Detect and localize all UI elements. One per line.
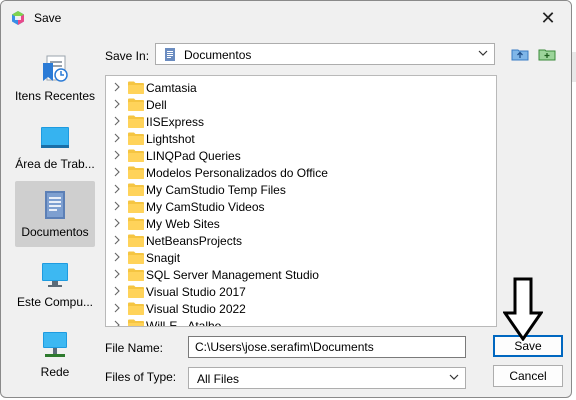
place-desktop[interactable]: Área de Trab...	[15, 113, 95, 179]
place-this-computer[interactable]: Este Compu...	[15, 251, 95, 317]
documents-small-icon	[165, 48, 175, 61]
folder-name: My CamStudio Videos	[146, 200, 265, 214]
chevron-right-icon[interactable]	[112, 82, 122, 92]
documents-icon	[45, 191, 65, 219]
chevron-right-icon[interactable]	[112, 99, 122, 109]
folder-name: SQL Server Management Studio	[146, 268, 319, 282]
folder-icon	[128, 302, 144, 315]
list-item[interactable]: NetBeansProjects	[106, 232, 496, 249]
chevron-right-icon[interactable]	[112, 286, 122, 296]
chevron-right-icon[interactable]	[112, 252, 122, 262]
up-folder-icon[interactable]	[510, 44, 530, 64]
chevron-down-icon	[449, 374, 459, 380]
list-item[interactable]: Visual Studio 2022	[106, 300, 496, 317]
down-arrow-annotation-icon	[503, 277, 543, 341]
folder-name: NetBeansProjects	[146, 234, 243, 248]
list-item[interactable]: Modelos Personalizados do Office	[106, 164, 496, 181]
file-type-dropdown[interactable]: All Files	[188, 367, 466, 389]
folder-icon	[128, 217, 144, 230]
folder-icon	[128, 98, 144, 111]
chevron-right-icon[interactable]	[112, 133, 122, 143]
save-in-dropdown[interactable]: Documentos	[155, 43, 495, 65]
list-item[interactable]: Dell	[106, 96, 496, 113]
place-label: Área de Trab...	[15, 157, 95, 171]
recent-items-icon	[43, 55, 68, 82]
list-item[interactable]: LINQPad Queries	[106, 147, 496, 164]
folder-icon	[128, 166, 144, 179]
folder-icon	[128, 132, 144, 145]
folder-name: IISExpress	[146, 115, 205, 129]
chevron-right-icon[interactable]	[112, 303, 122, 313]
title-bar: Save ✕	[1, 1, 571, 35]
list-item[interactable]: Will-E - Atalho	[106, 317, 496, 327]
chevron-right-icon[interactable]	[112, 184, 122, 194]
folder-icon	[128, 81, 144, 94]
place-label: Documentos	[21, 225, 89, 239]
list-item[interactable]: Lightshot	[106, 130, 496, 147]
save-in-value: Documentos	[184, 48, 252, 62]
folder-icon	[128, 268, 144, 281]
save-dialog: Save ✕ Itens Recentes Área de Trab... Do…	[0, 0, 572, 398]
chevron-right-icon[interactable]	[112, 116, 122, 126]
chevron-right-icon[interactable]	[112, 201, 122, 211]
file-name-label: File Name:	[105, 341, 164, 355]
list-item[interactable]: IISExpress	[106, 113, 496, 130]
folder-name: Modelos Personalizados do Office	[146, 166, 328, 180]
list-item[interactable]: SQL Server Management Studio	[106, 266, 496, 283]
list-item[interactable]: My Web Sites	[106, 215, 496, 232]
chevron-right-icon[interactable]	[112, 150, 122, 160]
place-recent-items[interactable]: Itens Recentes	[15, 45, 95, 111]
list-item[interactable]: My CamStudio Temp Files	[106, 181, 496, 198]
place-label: Rede	[40, 365, 70, 379]
place-documents[interactable]: Documentos	[15, 181, 95, 247]
chevron-right-icon[interactable]	[112, 218, 122, 228]
file-type-label: Files of Type:	[105, 370, 177, 384]
folder-icon	[128, 319, 144, 326]
folder-icon	[128, 251, 144, 264]
file-name-input[interactable]	[188, 336, 466, 358]
folder-icon	[128, 234, 144, 247]
folder-name: My Web Sites	[146, 217, 220, 231]
folder-icon	[128, 183, 144, 196]
folder-name: Dell	[146, 98, 167, 112]
list-item[interactable]: Snagit	[106, 249, 496, 266]
place-network[interactable]: Rede	[15, 321, 95, 387]
chevron-right-icon[interactable]	[112, 320, 122, 327]
window-title: Save	[34, 11, 62, 25]
close-icon: ✕	[540, 8, 556, 28]
folder-name: My CamStudio Temp Files	[146, 183, 286, 197]
places-sidebar: Itens Recentes Área de Trab... Documento…	[9, 39, 99, 389]
background-window-edge	[572, 52, 576, 82]
place-label: Este Compu...	[16, 295, 94, 309]
save-in-label: Save In:	[105, 49, 150, 63]
file-list[interactable]: Camtasia Dell IISExpress Lightshot LINQPad Q…	[105, 75, 497, 327]
folder-icon	[128, 115, 144, 128]
hexagon-logo-icon	[12, 11, 24, 25]
chevron-right-icon[interactable]	[112, 167, 122, 177]
place-label: Itens Recentes	[14, 89, 96, 103]
folder-icon	[128, 200, 144, 213]
folder-name: Camtasia	[146, 81, 197, 95]
folder-name: Visual Studio 2022	[146, 302, 246, 316]
list-item[interactable]: Visual Studio 2017	[106, 283, 496, 300]
folder-icon	[128, 285, 144, 298]
folder-name: Lightshot	[146, 132, 195, 146]
computer-icon	[42, 263, 68, 287]
chevron-right-icon[interactable]	[112, 269, 122, 279]
folder-name: LINQPad Queries	[146, 149, 241, 163]
folder-icon	[128, 149, 144, 162]
list-item[interactable]: My CamStudio Videos	[106, 198, 496, 215]
folder-name: Will-E - Atalho	[146, 319, 222, 327]
network-icon	[43, 332, 67, 357]
chevron-down-icon	[478, 50, 488, 56]
new-folder-icon[interactable]	[537, 44, 557, 64]
folder-name: Visual Studio 2017	[146, 285, 246, 299]
chevron-right-icon[interactable]	[112, 235, 122, 245]
cancel-button[interactable]: Cancel	[493, 365, 563, 387]
file-type-value: All Files	[197, 372, 240, 386]
desktop-icon	[41, 127, 69, 148]
close-button[interactable]: ✕	[531, 3, 565, 33]
list-item[interactable]: Camtasia	[106, 79, 496, 96]
folder-name: Snagit	[146, 251, 181, 265]
